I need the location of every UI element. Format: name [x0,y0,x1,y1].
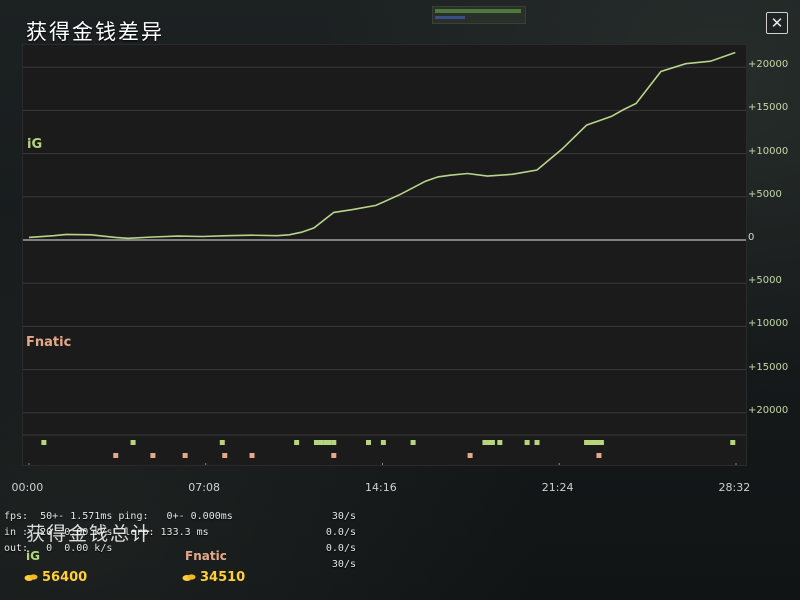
debug-rate-4: 30/s [331,559,356,570]
fnatic-event-marker[interactable] [467,453,473,458]
ig-event-marker[interactable] [313,440,319,445]
fnatic-event-marker[interactable] [150,453,156,458]
ig-event-marker[interactable] [318,440,324,445]
x-tick-label: 14:16 [365,481,397,494]
y-tick-label: +15000 [748,361,789,373]
gold-coin-icon [182,574,196,581]
ig-event-marker[interactable] [130,440,136,445]
x-tick-label: 07:08 [188,481,220,494]
ig-event-marker[interactable] [589,440,595,445]
gold-diff-line [28,51,736,240]
ig-event-marker[interactable] [730,440,736,445]
ig-event-marker[interactable] [482,440,488,445]
ig-event-marker[interactable] [598,440,604,445]
team-label-fnatic: Fnatic [26,335,72,350]
y-tick-label: +5000 [748,188,782,200]
ig-event-marker[interactable] [524,440,530,445]
window-title: 获得金钱差异 [26,20,164,44]
ig-event-marker[interactable] [365,440,371,445]
fnatic-event-marker[interactable] [249,453,255,458]
y-tick-label: +10000 [748,318,789,330]
debug-rate-3: 0.0/s [325,543,356,554]
top-hud-bar [432,6,526,24]
team-label-ig: iG [27,137,43,152]
y-tick-label: +20000 [748,59,789,71]
totals-value-ig: 56400 [42,570,88,585]
ig-event-marker[interactable] [326,440,332,445]
x-tick-label: 00:00 [11,481,44,494]
fnatic-event-marker[interactable] [331,453,337,458]
gold-coin-icon [24,574,38,581]
y-tick-label: +15000 [748,102,789,114]
y-tick-label: +20000 [748,404,789,416]
y-tick-label: +10000 [748,145,789,157]
x-tick-label: 28:32 [718,481,751,494]
fnatic-event-marker[interactable] [596,453,602,458]
totals-team-ig: iG [26,549,40,563]
x-tick-label: 21:24 [541,481,574,494]
chart-canvas [23,51,746,465]
ig-event-marker[interactable] [497,440,503,445]
ig-event-marker[interactable] [380,440,386,445]
totals-team-fnatic: Fnatic [185,549,227,563]
fnatic-event-marker[interactable] [222,453,228,458]
totals-title: 获得金钱总计 [26,523,153,545]
close-button[interactable]: ✕ [766,12,788,34]
ig-event-marker[interactable] [489,440,495,445]
debug-rate-1: 30/s [331,511,356,522]
ig-event-marker[interactable] [219,440,225,445]
ig-event-marker[interactable] [331,440,337,445]
y-tick-label: +5000 [748,275,782,287]
ig-event-marker[interactable] [534,440,540,445]
debug-rate-2: 0.0/s [325,527,356,538]
totals-value-fnatic: 34510 [200,570,246,585]
ig-event-marker[interactable] [593,440,599,445]
y-tick-label: 0 [748,232,755,243]
ig-event-marker[interactable] [41,440,47,445]
fnatic-event-marker[interactable] [113,453,119,458]
ig-event-marker[interactable] [584,440,590,445]
fnatic-event-marker[interactable] [182,453,188,458]
ig-event-marker[interactable] [294,440,300,445]
gold-difference-chart [22,44,747,466]
ig-event-marker[interactable] [410,440,416,445]
